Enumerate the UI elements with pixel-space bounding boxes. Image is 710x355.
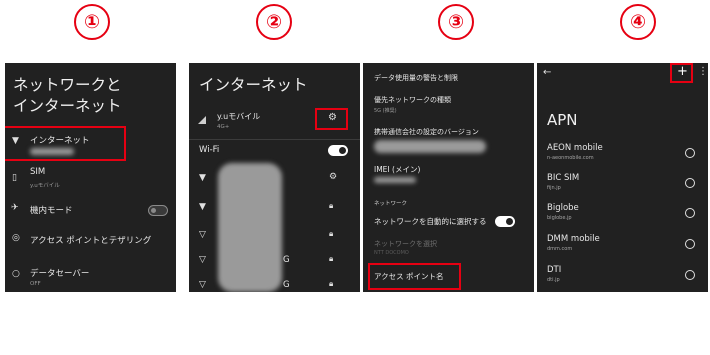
redacted-text [374,140,486,153]
step-1-badge: ① [74,4,110,40]
back-icon[interactable]: ← [543,67,551,78]
menu-item-sub: y.uモバイル [30,183,60,189]
highlight-box [670,63,693,83]
network-name-suffix: G [283,280,290,290]
setting-value: NTT DOCOMO [374,250,409,256]
network-item[interactable]: ▽ G 🔒︎ [189,251,360,275]
page-title: APN [547,111,578,129]
setting-data-warning[interactable]: データ使用量の警告と制限 [374,73,458,83]
apn-name: DMM mobile [547,234,600,244]
apn-item[interactable]: DTI dti.jp [537,265,708,287]
setting-carrier-version[interactable]: 携帯通信会社の設定のバージョン [363,127,534,157]
network-item[interactable]: ▼ 🔒︎ [189,198,360,222]
highlight-box [5,126,126,161]
menu-item-sub: OFF [30,281,41,287]
screen-internet: インターネット y.uモバイル 4G+ ⚙ Wi-Fi ▼ ⚙ ▼ 🔒︎ ▽ 🔒… [189,63,360,292]
setting-label: 優先ネットワークの種類 [374,96,451,104]
section-header: ネットワーク [374,201,408,207]
wifi-icon: ▽ [199,255,206,265]
menu-item-label: データセーバー [30,269,90,279]
menu-item-label: 機内モード [30,206,73,216]
apn-item[interactable]: AEON mobile n-aeonmobile.com [537,143,708,165]
page-title: インターネット [199,76,308,94]
lock-icon: 🔒︎ [329,201,334,210]
step-3-badge: ③ [438,4,474,40]
step-2-badge: ② [256,4,292,40]
apn-radio[interactable] [685,178,695,188]
wifi-icon: ▼ [199,173,206,183]
network-item[interactable]: ▼ ⚙ [189,169,360,193]
apn-radio[interactable] [685,239,695,249]
wifi-toggle[interactable] [328,145,348,156]
apn-radio[interactable] [685,148,695,158]
apn-radio[interactable] [685,208,695,218]
apn-url: biglobe.jp [547,215,572,221]
carrier-name: y.uモバイル [217,112,261,121]
setting-label: ネットワークを自動的に選択する [374,217,487,226]
page-title: ネットワークと インターネット [13,76,122,115]
step-4-badge: ④ [620,4,656,40]
screen-network-internet: ネットワークと インターネット ▼ インターネット ▯ SIM y.uモバイル … [5,63,176,292]
apn-item[interactable]: Biglobe biglobe.jp [537,203,708,225]
apn-name: AEON mobile [547,143,603,153]
setting-label: ネットワークを選択 [374,240,437,248]
apn-url: dmm.com [547,246,573,252]
menu-item-hotspot[interactable]: ◎ アクセス ポイントとテザリング [5,233,176,251]
menu-item-label: アクセス ポイントとテザリング [30,236,152,246]
network-list: ▼ ⚙ ▼ 🔒︎ ▽ 🔒︎ ▽ G 🔒︎ ▽ G 🔒︎ [189,169,360,292]
screen-apn: ← + ⋮ APN AEON mobile n-aeonmobile.com B… [537,63,708,292]
data-saver-icon: ○ [12,269,20,279]
apn-url: fijn.jp [547,185,561,191]
apn-url: n-aeonmobile.com [547,155,594,161]
menu-item-airplane[interactable]: ✈ 機内モード [5,203,176,221]
lock-icon: 🔒︎ [329,254,334,263]
redacted-text [374,177,416,183]
apn-item[interactable]: BIC SIM fijn.jp [537,173,708,195]
network-item[interactable]: ▽ G 🔒︎ [189,276,360,292]
network-item[interactable]: ▽ 🔒︎ [189,226,360,250]
menu-item-sim[interactable]: ▯ SIM y.uモバイル [5,167,176,193]
setting-choose-network: ネットワークを選択 NTT DOCOMO [363,239,534,259]
setting-auto-select[interactable]: ネットワークを自動的に選択する [363,214,534,230]
more-icon[interactable]: ⋮ [698,66,708,77]
apn-name: Biglobe [547,203,579,213]
wifi-icon: ▽ [199,280,206,290]
apn-name: BIC SIM [547,173,580,183]
lock-icon: 🔒︎ [329,279,334,288]
hotspot-icon: ◎ [12,233,20,243]
apn-name: DTI [547,265,562,275]
menu-item-label: SIM [30,167,46,177]
gear-icon[interactable]: ⚙ [329,172,337,182]
wifi-label: Wi-Fi [199,145,220,155]
setting-label: IMEI (メイン) [374,165,421,174]
lock-icon: 🔒︎ [329,229,334,238]
signal-icon [198,116,206,124]
auto-select-toggle[interactable] [495,216,515,227]
apn-radio[interactable] [685,270,695,280]
setting-value: 5G (推奨) [374,108,397,114]
wifi-icon: ▼ [199,202,206,212]
apn-item[interactable]: DMM mobile dmm.com [537,234,708,256]
setting-imei[interactable]: IMEI (メイン) [363,164,534,186]
setting-preferred-network[interactable]: 優先ネットワークの種類 5G (推奨) [363,95,534,117]
airplane-icon: ✈ [11,203,19,213]
divider [189,139,360,140]
sim-card-icon: ▯ [12,173,17,183]
wifi-icon: ▽ [199,230,206,240]
carrier-network: 4G+ [217,124,230,130]
highlight-box [315,108,348,130]
network-name-suffix: G [283,255,290,265]
apn-url: dti.jp [547,277,560,283]
airplane-toggle[interactable] [148,205,168,216]
screen-sim-settings: データ使用量の警告と制限 優先ネットワークの種類 5G (推奨) 携帯通信会社の… [363,63,534,292]
setting-label: 携帯通信会社の設定のバージョン [374,128,479,136]
menu-item-data-saver[interactable]: ○ データセーバー OFF [5,266,176,292]
wifi-row[interactable]: Wi-Fi [189,143,360,159]
highlight-box [368,263,461,290]
